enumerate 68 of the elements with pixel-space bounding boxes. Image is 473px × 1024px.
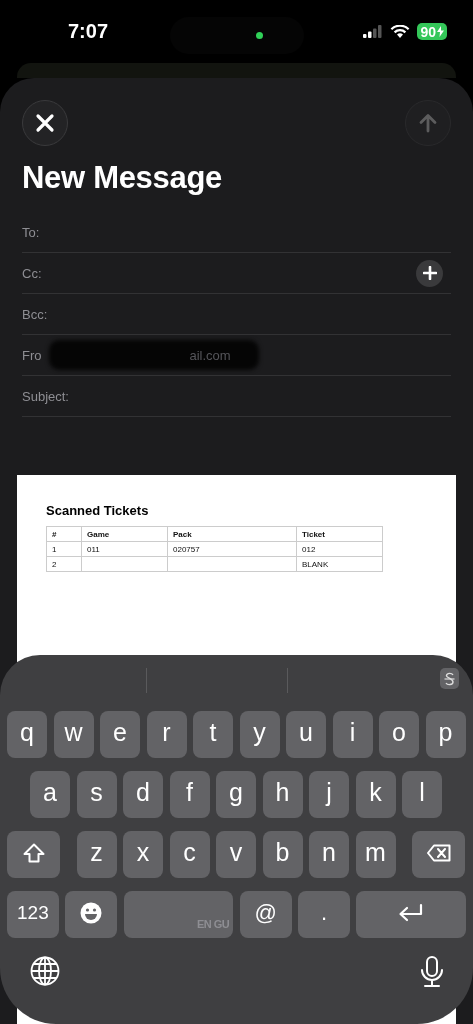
microphone-icon[interactable] <box>420 956 444 988</box>
letter-key[interactable]: f <box>169 771 210 818</box>
letter-key[interactable]: u <box>286 711 326 758</box>
letter-key[interactable]: z <box>76 831 117 878</box>
table-cell: 020757 <box>167 541 297 557</box>
delete-key[interactable] <box>412 831 465 878</box>
letter-key[interactable]: b <box>262 831 303 878</box>
shift-key[interactable] <box>7 831 60 878</box>
return-icon <box>398 902 425 923</box>
globe-icon[interactable] <box>30 956 60 986</box>
emoji-key[interactable] <box>65 891 118 938</box>
letter-key[interactable]: x <box>123 831 163 878</box>
letter-key[interactable]: r <box>146 711 187 758</box>
letter-key[interactable]: s <box>76 771 117 818</box>
letter-key[interactable]: g <box>216 771 256 818</box>
letter-key[interactable]: t <box>193 711 233 758</box>
close-icon <box>35 113 55 133</box>
field-label: Bcc: <box>22 306 48 322</box>
emoji-icon <box>80 901 103 924</box>
letter-key[interactable]: i <box>332 711 373 758</box>
field-value: ail.com <box>189 347 231 363</box>
charging-bolt-icon <box>437 26 444 37</box>
letter-key[interactable]: o <box>379 711 419 758</box>
document-title: Scanned Tickets <box>46 503 150 518</box>
letter-key[interactable]: e <box>100 711 140 758</box>
letter-key[interactable]: v <box>216 831 256 878</box>
field-label: Cc: <box>22 265 42 281</box>
column-header: Ticket <box>296 526 383 542</box>
letter-key[interactable]: w <box>53 711 94 758</box>
letter-key[interactable]: q <box>7 711 47 758</box>
numbers-key[interactable]: 123 <box>7 891 59 938</box>
wifi-icon <box>390 24 411 39</box>
letter-key[interactable]: a <box>30 771 70 818</box>
letter-key[interactable]: p <box>425 711 466 758</box>
symbol-key[interactable]: . <box>298 891 350 938</box>
camera-indicator-icon <box>256 32 263 39</box>
letter-key[interactable]: l <box>402 771 442 818</box>
letter-key[interactable]: m <box>355 831 396 878</box>
format-icon[interactable] <box>440 668 459 689</box>
field-label: Fro <box>22 347 42 363</box>
letter-key[interactable]: n <box>309 831 349 878</box>
column-header: # <box>46 526 82 542</box>
letter-key[interactable]: h <box>262 771 303 818</box>
close-button[interactable] <box>22 100 68 146</box>
column-header: Game <box>81 526 168 542</box>
battery-level: 90 <box>420 23 436 40</box>
table-cell: 012 <box>296 541 383 557</box>
up-arrow-icon <box>418 113 438 133</box>
status-time: 7:07 <box>68 20 110 43</box>
compose-title: New Message <box>22 160 224 196</box>
letter-key[interactable]: j <box>309 771 349 818</box>
table-cell: 1 <box>46 541 82 557</box>
signal-icon <box>363 25 384 38</box>
add-recipient-button[interactable] <box>416 259 443 287</box>
table-cell: 011 <box>81 541 168 557</box>
table-cell: 2 <box>46 556 82 572</box>
backspace-icon <box>426 843 451 862</box>
field-label: Subject: <box>22 388 69 404</box>
symbol-key[interactable]: @ <box>239 891 292 938</box>
letter-key[interactable]: c <box>169 831 210 878</box>
letter-key[interactable]: k <box>355 771 396 818</box>
letter-key[interactable]: d <box>123 771 163 818</box>
column-header: Pack <box>167 526 297 542</box>
field-label: To: <box>22 224 40 240</box>
shift-icon <box>22 842 45 863</box>
table-cell: BLANK <box>296 556 383 572</box>
letter-key[interactable]: y <box>239 711 280 758</box>
plus-icon <box>422 266 437 280</box>
